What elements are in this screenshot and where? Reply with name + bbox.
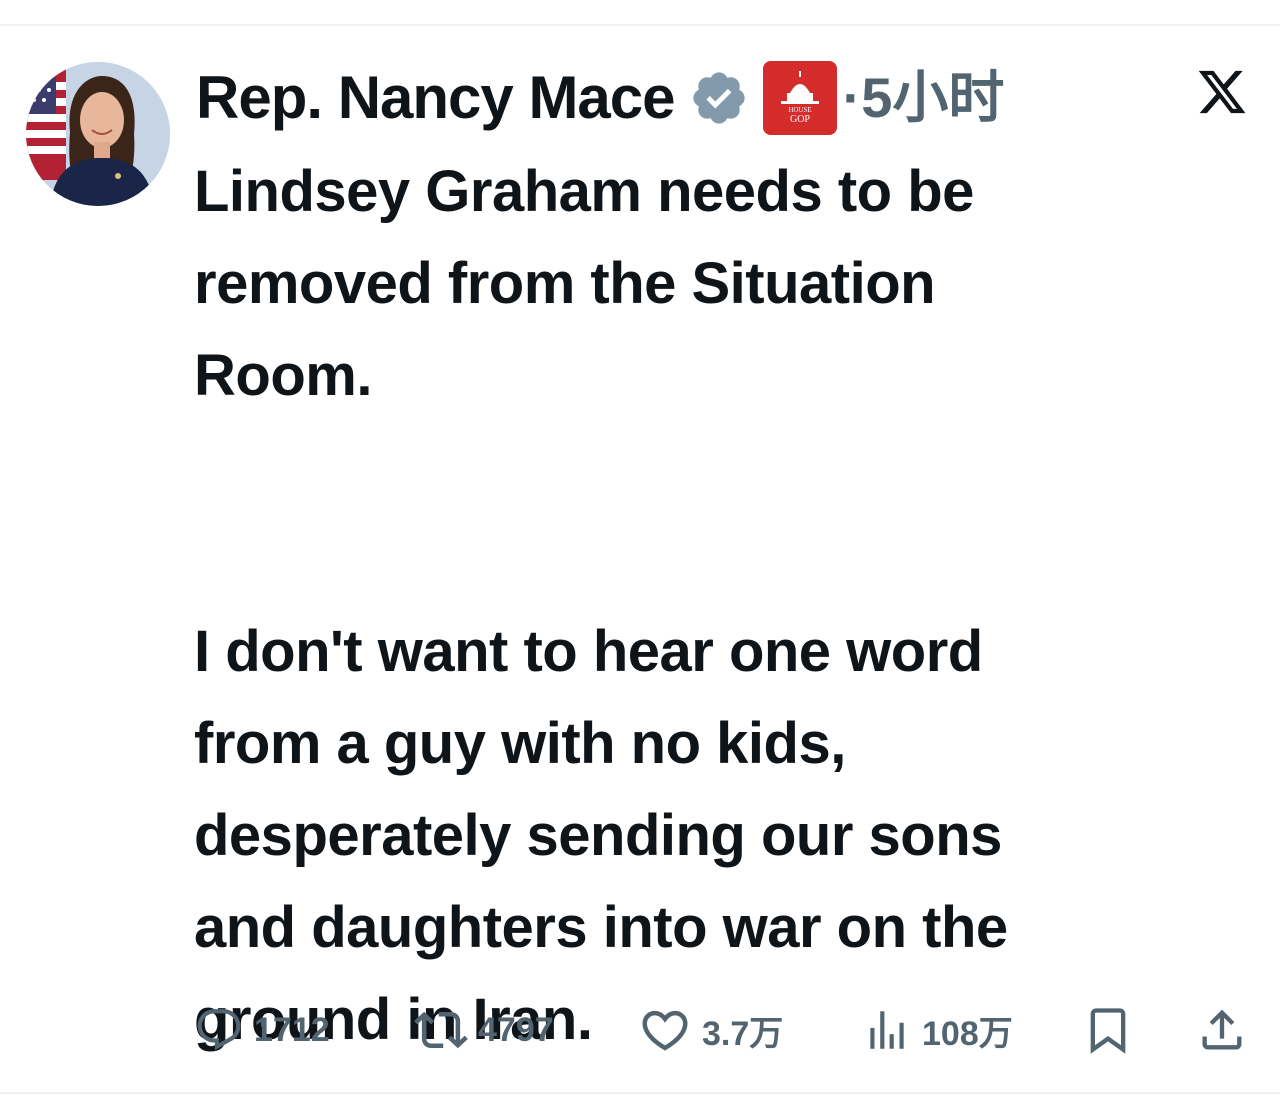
reply-count: 1712	[254, 1010, 330, 1049]
bookmark-icon	[1090, 1008, 1126, 1054]
action-bar: 1712 4797 3.7万 108万	[194, 1000, 1254, 1060]
share-button[interactable]	[1196, 1000, 1248, 1060]
x-logo-icon[interactable]	[1196, 66, 1248, 118]
views-icon	[870, 1011, 904, 1049]
capitol-icon: HOUSE GOP	[762, 61, 837, 135]
share-icon	[1202, 1009, 1242, 1050]
repost-count: 4797	[478, 1010, 554, 1049]
like-button[interactable]: 3.7万	[638, 1000, 783, 1060]
bookmark-button[interactable]	[1082, 1000, 1134, 1060]
tweet-text: Lindsey Graham needs to be removed from …	[194, 159, 1008, 1052]
like-count: 3.7万	[702, 1014, 784, 1053]
repost-button[interactable]: 4797	[414, 1000, 554, 1060]
affiliation-line-1: HOUSE	[788, 106, 811, 114]
avatar[interactable]	[26, 62, 170, 206]
bottom-divider	[0, 1092, 1280, 1094]
views-count: 108万	[922, 1014, 1013, 1053]
display-name[interactable]: Rep. Nancy Mace	[196, 62, 676, 134]
affiliation-line-2: GOP	[790, 114, 810, 125]
reply-icon	[197, 1009, 241, 1051]
repost-icon	[414, 1011, 468, 1049]
tweet-header: Rep. Nancy Mace HOUSE GOP ·5小时	[196, 58, 1004, 138]
reply-button[interactable]: 1712	[194, 1000, 330, 1060]
affiliation-badge[interactable]: HOUSE GOP	[762, 61, 837, 135]
heart-icon	[642, 1010, 688, 1051]
timestamp[interactable]: ·5小时	[843, 62, 1005, 134]
views-button[interactable]: 108万	[862, 1000, 1013, 1060]
tweet-card[interactable]: Rep. Nancy Mace HOUSE GOP ·5小时 Lindsey G…	[0, 0, 1280, 1066]
verified-badge-icon[interactable]	[689, 68, 749, 128]
